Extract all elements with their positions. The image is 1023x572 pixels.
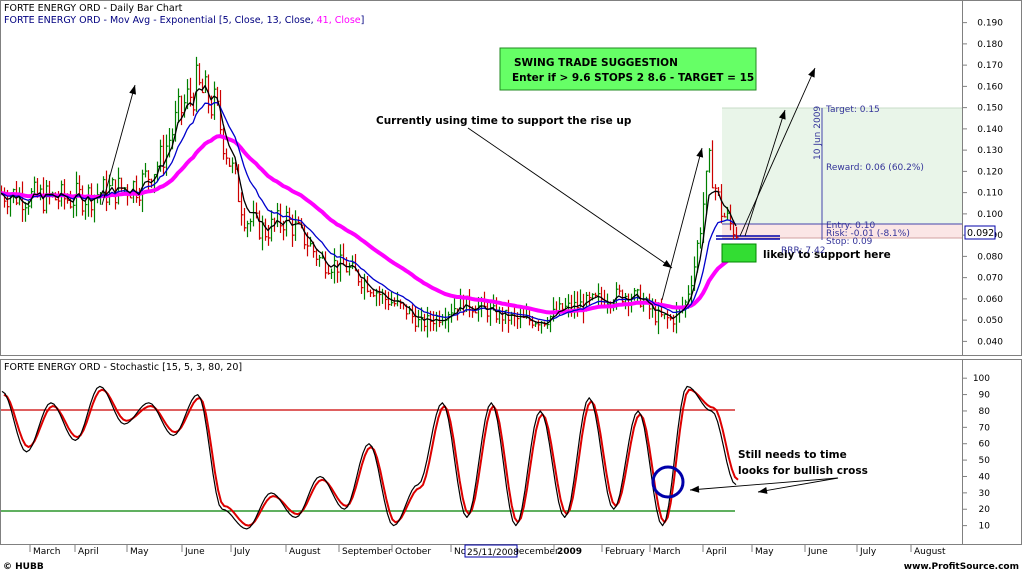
price-tick-label: 0.170 bbox=[977, 61, 1003, 71]
ema-legend-suffix: ] bbox=[361, 15, 365, 26]
rrr-label: RRR: 7.42 bbox=[781, 246, 825, 256]
ema41-legend: 41, Close bbox=[317, 15, 361, 26]
ema-legend-prefix: FORTE ENERGY ORD - Mov Avg - Exponential… bbox=[4, 15, 317, 26]
price-tick-label: 0.190 bbox=[977, 19, 1003, 29]
month-tick-label: July bbox=[859, 547, 877, 557]
stoch-tick-label: 40 bbox=[979, 472, 991, 482]
month-tick-label: September bbox=[342, 547, 392, 557]
month-tick-label: May bbox=[755, 547, 774, 557]
date-marker-label: 25/11/2008 bbox=[467, 548, 519, 558]
month-tick-label: August bbox=[914, 547, 946, 557]
target-label: Target: 0.15 bbox=[825, 105, 880, 115]
stochastic-note-2: looks for bullish cross bbox=[738, 465, 868, 477]
support-highlight-box bbox=[721, 243, 757, 263]
month-tick-label: February bbox=[605, 547, 646, 557]
month-tick-label: 2009 bbox=[557, 547, 582, 557]
stochastic-title: FORTE ENERGY ORD - Stochastic [15, 5, 3,… bbox=[4, 362, 242, 373]
month-tick-label: March bbox=[33, 547, 60, 557]
chart-title: FORTE ENERGY ORD - Daily Bar Chart bbox=[4, 3, 183, 14]
price-tick-label: 0.080 bbox=[977, 252, 1003, 262]
chart-canvas: 0.0400.0500.0600.0700.0800.0900.1000.110… bbox=[0, 0, 1022, 572]
price-tick-label: 0.180 bbox=[977, 40, 1003, 50]
stochastic-note-1: Still needs to time bbox=[738, 449, 847, 461]
stop-label: Stop: 0.09 bbox=[826, 237, 873, 247]
price-tick-label: 0.130 bbox=[977, 146, 1003, 156]
stoch-tick-label: 50 bbox=[979, 456, 991, 466]
month-tick-label: April bbox=[78, 547, 99, 557]
stoch-tick-label: 70 bbox=[979, 423, 991, 433]
month-tick-label: March bbox=[653, 547, 680, 557]
last-price-label: 0.092 bbox=[967, 228, 994, 239]
price-tick-label: 0.070 bbox=[977, 274, 1003, 284]
price-tick-label: 0.100 bbox=[977, 210, 1003, 220]
price-tick-label: 0.040 bbox=[977, 337, 1003, 347]
stoch-tick-label: 10 bbox=[979, 522, 991, 532]
stoch-tick-label: 30 bbox=[979, 489, 991, 499]
stochastic-panel-frame bbox=[0, 359, 1022, 545]
price-tick-label: 0.060 bbox=[977, 295, 1003, 305]
price-tick-label: 0.120 bbox=[977, 167, 1003, 177]
ema-legend: FORTE ENERGY ORD - Mov Avg - Exponential… bbox=[4, 15, 364, 26]
month-tick-label: May bbox=[130, 547, 149, 557]
price-tick-label: 0.150 bbox=[977, 104, 1003, 114]
stoch-tick-label: 90 bbox=[979, 391, 991, 401]
reward-label: Reward: 0.06 (60.2%) bbox=[826, 163, 924, 173]
stoch-tick-label: 80 bbox=[979, 407, 991, 417]
stoch-tick-label: 60 bbox=[979, 440, 991, 450]
price-tick-label: 0.110 bbox=[977, 189, 1003, 199]
trade-suggestion-detail: Enter if > 9.6 STOPS 2 8.6 - TARGET = 15 bbox=[512, 72, 754, 84]
footer-right: www.ProfitSource.com bbox=[904, 562, 1019, 572]
footer-left: © HUBB bbox=[3, 562, 44, 572]
price-tick-label: 0.050 bbox=[977, 316, 1003, 326]
price-tick-label: 0.160 bbox=[977, 82, 1003, 92]
month-tick-label: April bbox=[706, 547, 727, 557]
price-tick-label: 0.140 bbox=[977, 125, 1003, 135]
month-tick-label: December bbox=[512, 547, 559, 557]
stoch-tick-label: 20 bbox=[979, 505, 991, 515]
month-tick-label: August bbox=[289, 547, 321, 557]
time-support-note: Currently using time to support the rise… bbox=[376, 115, 632, 127]
month-tick-label: June bbox=[184, 547, 205, 557]
stoch-tick-label: 100 bbox=[973, 374, 990, 384]
month-tick-label: October bbox=[395, 547, 431, 557]
month-tick-label: June bbox=[807, 547, 828, 557]
projection-date-label: 10 Jun 2009 bbox=[813, 106, 823, 160]
trade-suggestion-title: SWING TRADE SUGGESTION bbox=[514, 57, 678, 69]
month-tick-label: July bbox=[233, 547, 251, 557]
